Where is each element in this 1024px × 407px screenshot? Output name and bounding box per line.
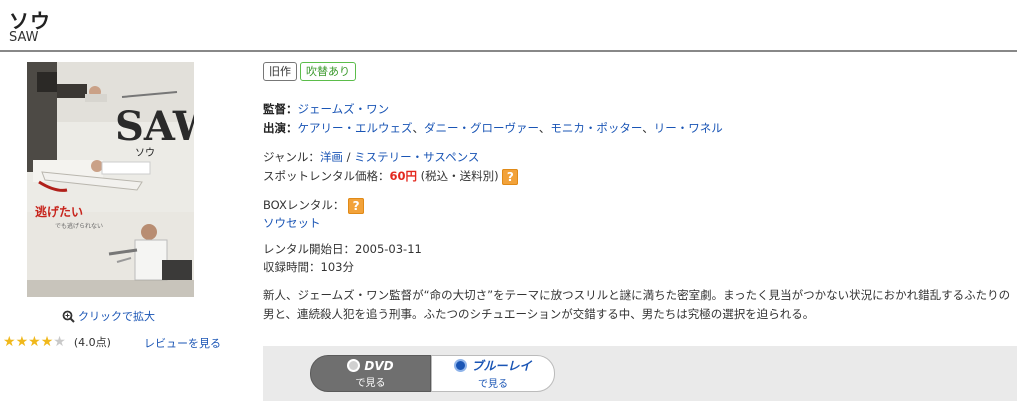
poster-image[interactable]: SAW ソウ 逃げたい でも逃げられない	[27, 62, 194, 297]
old-release-badge: 旧作	[263, 62, 297, 81]
genre-row: ジャンル：洋画 / ミステリー・サスペンス	[263, 148, 479, 166]
cast-link[interactable]: モニカ・ポッター	[550, 121, 642, 135]
director-link[interactable]: ジェームズ・ワン	[298, 102, 390, 116]
page-subtitle: SAW	[9, 30, 39, 45]
dvd-label: DVD	[364, 358, 394, 373]
poster-art: SAW ソウ 逃げたい でも逃げられない	[27, 62, 194, 297]
genre-link[interactable]: 洋画	[320, 150, 343, 164]
help-icon[interactable]: ?	[502, 168, 519, 185]
dubbed-badge: 吹替あり	[300, 62, 356, 81]
cast-row: 出演：ケアリー・エルウェズ、ダニー・グローヴァー、モニカ・ポッター、リー・ワネル	[263, 119, 723, 137]
cast-link[interactable]: リー・ワネル	[654, 121, 723, 135]
spot-rental-note: (税込・送料別)	[417, 169, 503, 183]
spot-rental-price: 60円	[389, 169, 418, 183]
spot-rental-row: スポットレンタル価格：60円 (税込・送料別) ?	[263, 167, 519, 185]
runtime-row: 収録時間：103分	[263, 258, 354, 276]
star-icon: ★	[28, 334, 41, 350]
spot-rental-label: スポットレンタル価格：	[263, 169, 390, 183]
title-divider	[0, 50, 1017, 52]
zoom-label: クリックで拡大	[78, 310, 155, 323]
poster-logo: SAW	[115, 103, 194, 150]
bluray-label: ブルーレイ	[471, 359, 532, 373]
badge-group: 旧作 吹替あり	[263, 62, 356, 81]
box-set-link[interactable]: ソウセット	[263, 216, 321, 230]
format-panel: DVD で見る ブルーレイ で見る	[263, 346, 1017, 401]
genre-link[interactable]: ミステリー・サスペンス	[354, 150, 479, 164]
cast-link[interactable]: ケアリー・エルウェズ	[298, 121, 413, 135]
box-rental-row: BOXレンタル： ?	[263, 196, 365, 214]
box-rental-label: BOXレンタル：	[263, 198, 345, 212]
rating-score: (4.0点)	[73, 336, 111, 349]
dvd-sub-label: で見る	[355, 377, 386, 389]
genre-label: ジャンル：	[263, 150, 320, 164]
cast-separator: 、	[642, 121, 654, 135]
cast-separator: 、	[538, 121, 551, 135]
bluray-disc-icon	[454, 359, 468, 372]
rental-start-row: レンタル開始日：2005-03-11	[263, 240, 422, 258]
rental-start-value: 2005-03-11	[355, 242, 422, 256]
poster-tagline: 逃げたい	[35, 204, 83, 219]
help-icon[interactable]: ?	[348, 197, 365, 214]
disc-icon	[347, 359, 361, 372]
director-row: 監督：ジェームズ・ワン	[263, 100, 389, 118]
poster-tagline-sub: でも逃げられない	[55, 222, 103, 230]
magnifier-icon	[62, 310, 75, 323]
synopsis: 新人、ジェームズ・ワン監督が“命の大切さ”をテーマに放つスリルと謎に満ちた密室劇…	[263, 288, 1011, 321]
runtime-label: 収録時間：	[263, 260, 321, 274]
runtime-value: 103分	[320, 260, 354, 274]
zoom-link[interactable]: クリックで拡大	[62, 308, 155, 324]
cast-separator: 、	[412, 121, 425, 135]
star-icon: ★	[40, 334, 54, 350]
bluray-sub-label: で見る	[478, 379, 508, 390]
cast-link[interactable]: ダニー・グローヴァー	[424, 121, 539, 135]
star-icon: ★	[15, 334, 29, 350]
poster-kana: ソウ	[135, 147, 155, 159]
genre-separator: /	[342, 150, 355, 164]
box-set-row: ソウセット	[263, 214, 321, 232]
dvd-format-button[interactable]: DVD で見る	[310, 355, 431, 392]
cast-label: 出演：	[263, 121, 298, 135]
star-icon: ★	[3, 334, 16, 350]
star-empty-icon: ★	[53, 334, 66, 350]
star-rating: ★ ★ ★ ★ ★ (4.0点)	[3, 334, 111, 350]
review-link[interactable]: レビューを見る	[144, 335, 221, 351]
rental-start-label: レンタル開始日：	[263, 242, 355, 256]
bluray-format-button[interactable]: ブルーレイ で見る	[431, 355, 555, 392]
director-label: 監督：	[263, 102, 298, 116]
